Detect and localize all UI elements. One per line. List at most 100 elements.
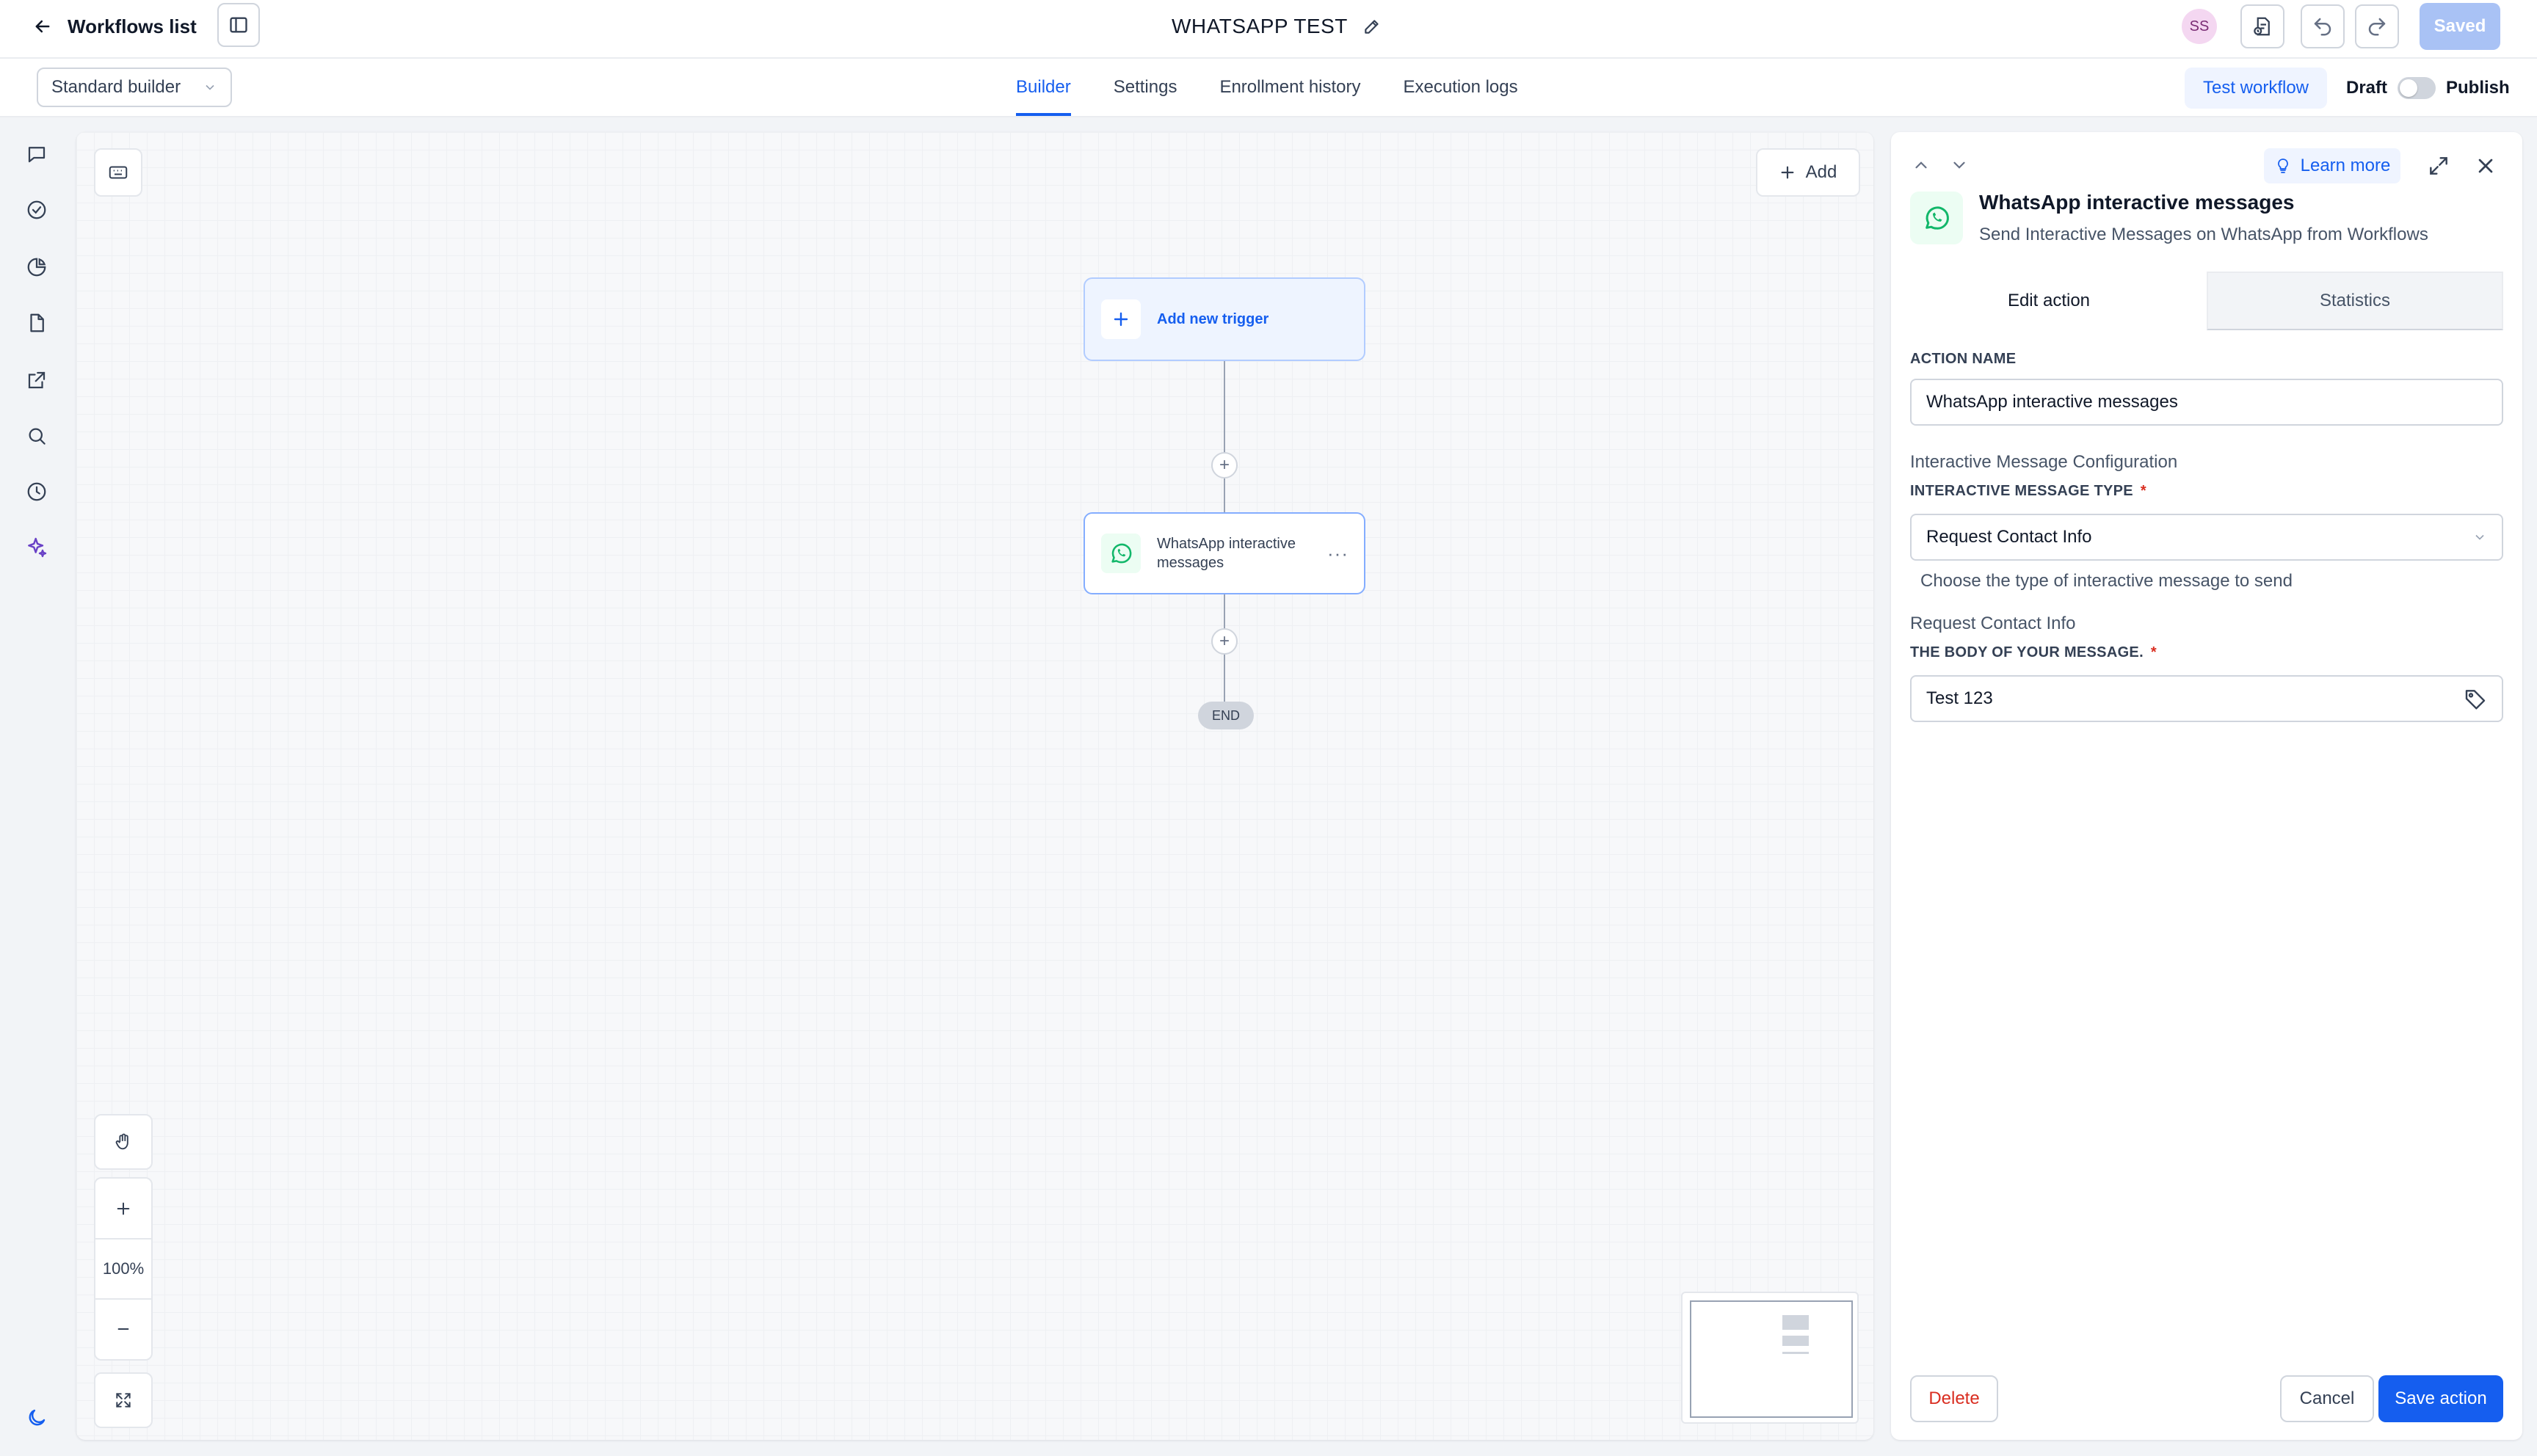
tab-statistics[interactable]: Statistics [2207, 272, 2503, 330]
minimap-viewport [1690, 1300, 1853, 1418]
hand-icon [115, 1133, 128, 1150]
panel-header: WhatsApp interactive messages Send Inter… [1910, 191, 2428, 245]
end-marker: END [1198, 702, 1254, 729]
redo-button[interactable] [2355, 4, 2399, 48]
left-rail [0, 117, 73, 1456]
builder-mode-value: Standard builder [51, 77, 181, 97]
fit-view-button[interactable] [94, 1372, 153, 1428]
tab-edit-action[interactable]: Edit action [1891, 272, 2207, 330]
avatar[interactable]: SS [2182, 9, 2217, 44]
delete-button[interactable]: Delete [1910, 1375, 1998, 1422]
expand-icon [116, 1393, 131, 1408]
maximize-icon[interactable] [2427, 154, 2450, 178]
whatsapp-icon [1101, 534, 1141, 573]
search-icon[interactable] [22, 421, 51, 451]
add-trigger-node[interactable]: Add new trigger [1084, 277, 1365, 361]
sub-header: Standard builder Builder Settings Enroll… [0, 59, 2537, 117]
publish-toggle-group: Draft Publish [2346, 68, 2510, 109]
saved-button[interactable]: Saved [2420, 3, 2500, 50]
undo-button[interactable] [2301, 4, 2345, 48]
arrow-left-icon [35, 20, 50, 33]
tab-builder[interactable]: Builder [1016, 59, 1071, 116]
cancel-button[interactable]: Cancel [2280, 1375, 2374, 1422]
panel-title-group: WhatsApp interactive messages Send Inter… [1979, 191, 2428, 245]
test-workflow-button[interactable]: Test workflow [2185, 68, 2327, 109]
whatsapp-icon [1910, 192, 1963, 244]
message-body-label: THE BODY OF YOUR MESSAGE. * [1910, 644, 2157, 660]
publish-label: Publish [2446, 78, 2510, 98]
sparkle-icon[interactable] [22, 533, 51, 562]
pie-chart-icon[interactable] [22, 252, 51, 282]
insert-step-button[interactable]: + [1211, 452, 1238, 478]
config-section-title: Interactive Message Configuration [1910, 452, 2178, 472]
insert-step-button[interactable]: + [1211, 628, 1238, 655]
undo-icon [2314, 18, 2331, 36]
learn-more-button[interactable]: Learn more [2264, 148, 2400, 183]
keyboard-shortcuts-button[interactable] [94, 148, 142, 197]
connector-line [1224, 361, 1225, 512]
toggle-knob [2400, 79, 2418, 97]
tab-enrollment-history[interactable]: Enrollment history [1219, 59, 1360, 116]
top-bar: Workflows list WHATSAPP TEST SS Saved [0, 0, 2537, 59]
file-icon[interactable] [22, 308, 51, 338]
back-link-label: Workflows list [68, 15, 197, 37]
tab-settings[interactable]: Settings [1114, 59, 1177, 116]
chevron-down-icon [206, 84, 214, 90]
plus-icon [1781, 166, 1794, 179]
zoom-in-button[interactable] [95, 1179, 151, 1240]
edit-pencil-icon[interactable] [1362, 17, 1382, 36]
message-type-value: Request Contact Info [1926, 527, 2092, 547]
panel-title: WhatsApp interactive messages [1979, 191, 2295, 214]
workflow-canvas[interactable]: Add Add new trigger + WhatsApp interacti… [76, 132, 1873, 1440]
tag-icon[interactable] [2464, 687, 2487, 710]
message-type-select[interactable]: Request Contact Info [1910, 514, 2503, 561]
whatsapp-action-node[interactable]: WhatsApp interactive messages ··· [1084, 512, 1365, 594]
minimap-node [1782, 1336, 1809, 1346]
add-button-label: Add [1805, 162, 1837, 182]
plus-icon [117, 1202, 130, 1215]
back-to-workflows-link[interactable]: Workflows list [32, 10, 197, 43]
close-icon[interactable] [2474, 154, 2497, 178]
clock-icon[interactable] [22, 477, 51, 506]
contact-section-title: Request Contact Info [1910, 614, 2076, 633]
document-history-icon [2254, 17, 2270, 36]
chevron-up-icon[interactable] [1912, 156, 1931, 175]
required-marker: * [2150, 644, 2157, 660]
keyboard-icon [109, 166, 128, 179]
minimap[interactable] [1681, 1292, 1859, 1424]
action-name-input[interactable]: WhatsApp interactive messages [1910, 379, 2503, 426]
zoom-out-button[interactable] [95, 1300, 151, 1359]
required-marker: * [2140, 483, 2147, 499]
builder-mode-select[interactable]: Standard builder [37, 68, 232, 107]
minimap-node [1782, 1352, 1809, 1354]
message-body-input[interactable]: Test 123 [1910, 675, 2503, 722]
zoom-level-text: 100% [102, 1259, 145, 1278]
save-action-button[interactable]: Save action [2378, 1375, 2503, 1422]
check-circle-icon[interactable] [22, 195, 51, 225]
message-type-hint: Choose the type of interactive message t… [1920, 571, 2293, 591]
workflow-title-text: WHATSAPP TEST [1172, 15, 1348, 37]
redo-icon [2368, 18, 2386, 36]
tab-execution-logs[interactable]: Execution logs [1404, 59, 1518, 116]
chat-icon[interactable] [22, 139, 51, 169]
more-options-icon[interactable]: ··· [1327, 542, 1349, 565]
workflow-builder-app: Workflows list WHATSAPP TEST SS Saved St… [0, 0, 2537, 1456]
version-history-button[interactable] [2240, 4, 2284, 48]
workflow-tabs: Builder Settings Enrollment history Exec… [1016, 59, 1518, 116]
add-button[interactable]: Add [1756, 148, 1860, 197]
draft-label: Draft [2346, 78, 2388, 98]
toggle-sidebar-button[interactable] [217, 3, 260, 47]
pan-hand-button[interactable] [94, 1114, 153, 1170]
workflow-title: WHATSAPP TEST [1172, 10, 1382, 43]
panel-tabs: Edit action Statistics [1891, 272, 2522, 332]
action-name-value: WhatsApp interactive messages [1926, 392, 2178, 412]
chevron-down-icon[interactable] [1950, 156, 1969, 175]
external-link-icon[interactable] [22, 365, 51, 395]
panel-description: Send Interactive Messages on WhatsApp fr… [1979, 225, 2428, 244]
publish-toggle[interactable] [2398, 77, 2436, 99]
zoom-level: 100% [95, 1240, 151, 1300]
minimap-node [1782, 1315, 1809, 1330]
add-trigger-label: Add new trigger [1157, 310, 1269, 327]
moon-icon[interactable] [22, 1403, 51, 1433]
plus-icon [1101, 299, 1141, 339]
